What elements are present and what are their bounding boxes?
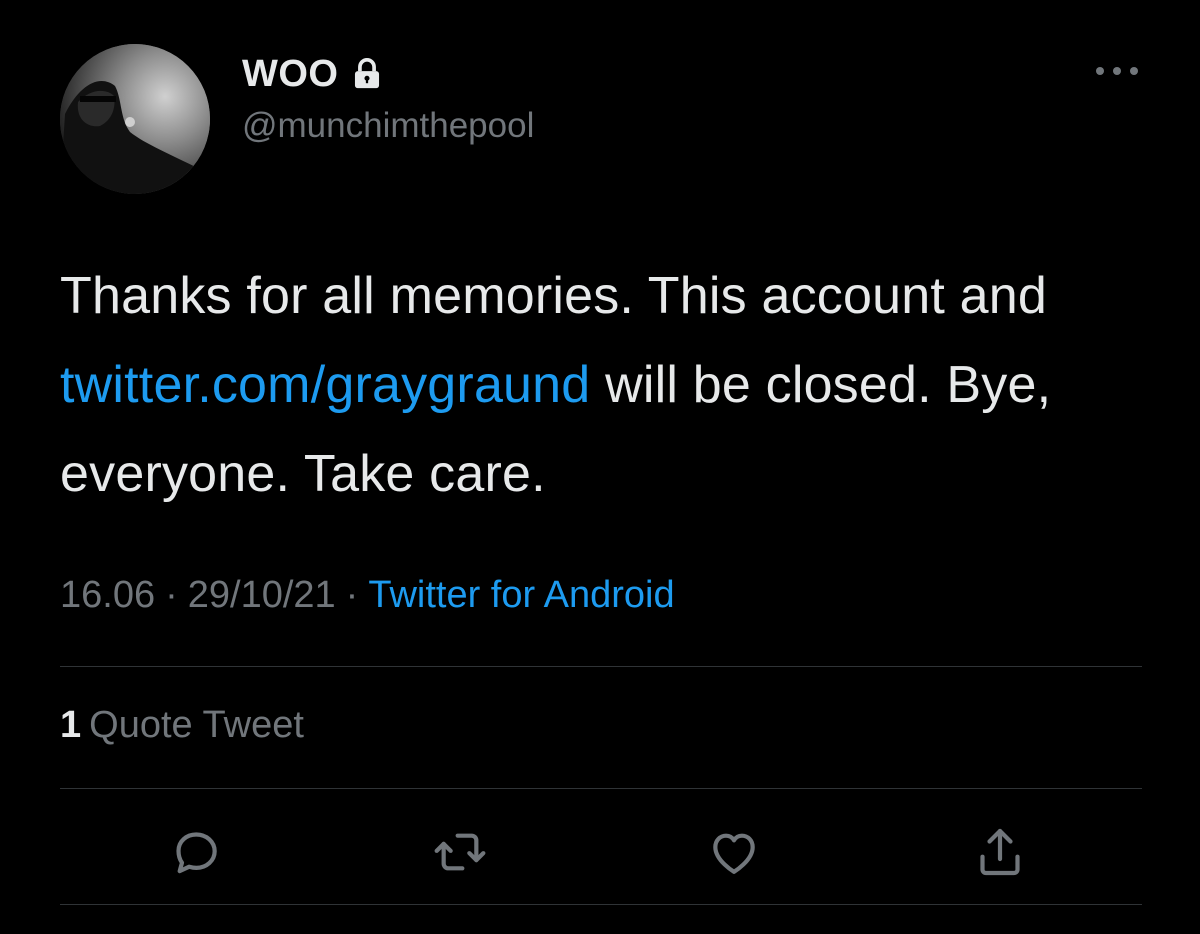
share-button[interactable] [968, 820, 1032, 884]
more-options-button[interactable] [1090, 54, 1144, 88]
tweet-meta: 16.06 · 29/10/21 · Twitter for Android [60, 574, 675, 617]
more-horizontal-icon [1096, 67, 1138, 75]
quote-count: 1 [60, 704, 82, 746]
divider [60, 904, 1142, 905]
tweet-time[interactable]: 16.06 [60, 574, 155, 616]
quote-tweets-stat[interactable]: 1 Quote Tweet [60, 704, 304, 747]
lock-icon [355, 58, 380, 89]
user-handle[interactable]: @munchimthepool [242, 106, 534, 146]
avatar-photo [60, 44, 210, 194]
display-name-row: WOO [242, 52, 384, 96]
quote-label: Quote Tweet [89, 704, 304, 746]
tweet-text-before: Thanks for all memories. This account an… [60, 267, 1048, 325]
reply-button[interactable] [164, 820, 228, 884]
meta-separator: · [165, 574, 178, 616]
retweet-icon [434, 833, 486, 871]
reply-icon [176, 832, 217, 874]
heart-icon [713, 833, 755, 874]
retweet-button[interactable] [428, 820, 492, 884]
avatar[interactable] [60, 44, 210, 194]
tweet-date[interactable]: 29/10/21 [188, 574, 336, 616]
display-name[interactable]: WOO [242, 53, 338, 96]
tweet-text: Thanks for all memories. This account an… [60, 252, 1160, 519]
meta-separator: · [345, 574, 359, 616]
like-button[interactable] [702, 820, 766, 884]
divider [60, 788, 1142, 789]
share-icon [980, 828, 1020, 876]
divider [60, 666, 1142, 667]
tweet-link[interactable]: twitter.com/graygraund [60, 356, 590, 414]
tweet-source-link[interactable]: Twitter for Android [368, 574, 674, 616]
tweet-detail: WOO @munchimthepool Thanks for all memor… [0, 0, 1200, 934]
